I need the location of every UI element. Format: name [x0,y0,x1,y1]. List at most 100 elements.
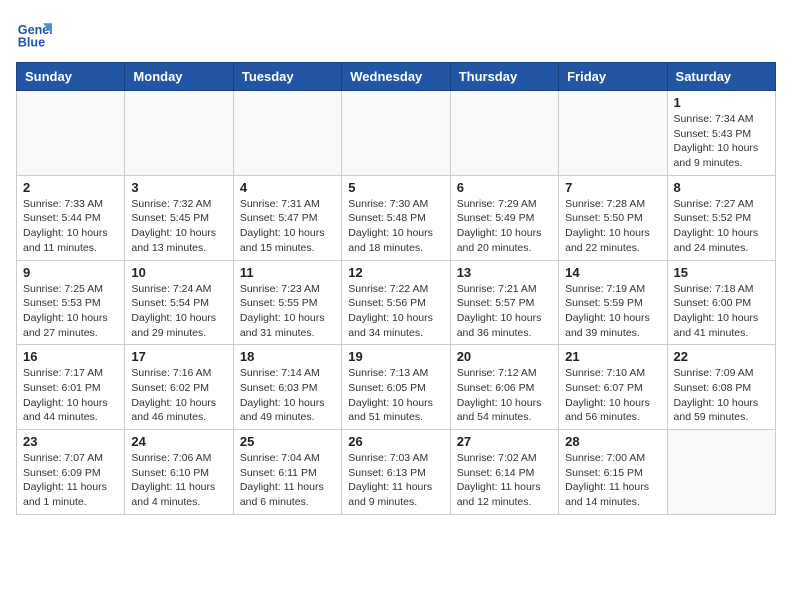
day-info: Sunrise: 7:24 AM Sunset: 5:54 PM Dayligh… [131,282,226,341]
calendar-cell: 10 Sunrise: 7:24 AM Sunset: 5:54 PM Dayli… [125,260,233,345]
column-header-wednesday: Wednesday [342,63,450,91]
calendar-cell: 4 Sunrise: 7:31 AM Sunset: 5:47 PM Daylig… [233,175,341,260]
calendar-cell [342,91,450,176]
day-number: 8 [674,180,769,195]
day-info: Sunrise: 7:22 AM Sunset: 5:56 PM Dayligh… [348,282,443,341]
calendar-cell: 27Sunrise: 7:02 AM Sunset: 6:14 PM Dayli… [450,430,558,515]
day-number: 22 [674,349,769,364]
calendar-cell: 12 Sunrise: 7:22 AM Sunset: 5:56 PM Dayli… [342,260,450,345]
calendar-cell: 5 Sunrise: 7:30 AM Sunset: 5:48 PM Daylig… [342,175,450,260]
day-number: 25 [240,434,335,449]
calendar-week-row: 2 Sunrise: 7:33 AM Sunset: 5:44 PM Daylig… [17,175,776,260]
calendar-cell: 3 Sunrise: 7:32 AM Sunset: 5:45 PM Daylig… [125,175,233,260]
calendar-cell: 17 Sunrise: 7:16 AM Sunset: 6:02 PM Dayli… [125,345,233,430]
day-info: Sunrise: 7:31 AM Sunset: 5:47 PM Dayligh… [240,197,335,256]
day-number: 24 [131,434,226,449]
day-info: Sunrise: 7:06 AM Sunset: 6:10 PM Dayligh… [131,451,226,510]
day-number: 5 [348,180,443,195]
day-info: Sunrise: 7:16 AM Sunset: 6:02 PM Dayligh… [131,366,226,425]
calendar-cell: 25 Sunrise: 7:04 AM Sunset: 6:11 PM Dayli… [233,430,341,515]
day-info: Sunrise: 7:27 AM Sunset: 5:52 PM Dayligh… [674,197,769,256]
column-header-monday: Monday [125,63,233,91]
day-info: Sunrise: 7:04 AM Sunset: 6:11 PM Dayligh… [240,451,335,510]
calendar-cell: 28 Sunrise: 7:00 AM Sunset: 6:15 PM Dayli… [559,430,667,515]
calendar-cell: 19 Sunrise: 7:13 AM Sunset: 6:05 PM Dayli… [342,345,450,430]
column-header-tuesday: Tuesday [233,63,341,91]
day-info: Sunrise: 7:32 AM Sunset: 5:45 PM Dayligh… [131,197,226,256]
day-info: Sunrise: 7:30 AM Sunset: 5:48 PM Dayligh… [348,197,443,256]
calendar-cell: 7Sunrise: 7:28 AM Sunset: 5:50 PM Daylig… [559,175,667,260]
day-number: 15 [674,265,769,280]
day-number: 23 [23,434,118,449]
calendar-cell: 18Sunrise: 7:14 AM Sunset: 6:03 PM Dayli… [233,345,341,430]
column-header-thursday: Thursday [450,63,558,91]
day-number: 2 [23,180,118,195]
day-number: 12 [348,265,443,280]
calendar-cell: 9 Sunrise: 7:25 AM Sunset: 5:53 PM Daylig… [17,260,125,345]
calendar-cell: 6 Sunrise: 7:29 AM Sunset: 5:49 PM Daylig… [450,175,558,260]
calendar-cell: 11 Sunrise: 7:23 AM Sunset: 5:55 PM Dayli… [233,260,341,345]
day-number: 20 [457,349,552,364]
logo-icon: General Blue [16,16,52,52]
calendar-table: SundayMondayTuesdayWednesdayThursdayFrid… [16,62,776,515]
day-number: 6 [457,180,552,195]
day-info: Sunrise: 7:00 AM Sunset: 6:15 PM Dayligh… [565,451,660,510]
day-number: 19 [348,349,443,364]
calendar-cell: 26 Sunrise: 7:03 AM Sunset: 6:13 PM Dayli… [342,430,450,515]
day-info: Sunrise: 7:34 AM Sunset: 5:43 PM Dayligh… [674,112,769,171]
calendar-cell: 8 Sunrise: 7:27 AM Sunset: 5:52 PM Daylig… [667,175,775,260]
day-number: 7 [565,180,660,195]
day-number: 14 [565,265,660,280]
day-info: Sunrise: 7:25 AM Sunset: 5:53 PM Dayligh… [23,282,118,341]
calendar-cell [667,430,775,515]
calendar-cell: 24 Sunrise: 7:06 AM Sunset: 6:10 PM Dayli… [125,430,233,515]
calendar-header-row: SundayMondayTuesdayWednesdayThursdayFrid… [17,63,776,91]
day-info: Sunrise: 7:33 AM Sunset: 5:44 PM Dayligh… [23,197,118,256]
calendar-cell: 20 Sunrise: 7:12 AM Sunset: 6:06 PM Dayli… [450,345,558,430]
day-info: Sunrise: 7:21 AM Sunset: 5:57 PM Dayligh… [457,282,552,341]
day-number: 11 [240,265,335,280]
calendar-cell: 22 Sunrise: 7:09 AM Sunset: 6:08 PM Dayli… [667,345,775,430]
calendar-cell: 1 Sunrise: 7:34 AM Sunset: 5:43 PM Daylig… [667,91,775,176]
column-header-sunday: Sunday [17,63,125,91]
calendar-cell: 23 Sunrise: 7:07 AM Sunset: 6:09 PM Dayli… [17,430,125,515]
calendar-cell: 16Sunrise: 7:17 AM Sunset: 6:01 PM Dayli… [17,345,125,430]
day-info: Sunrise: 7:07 AM Sunset: 6:09 PM Dayligh… [23,451,118,510]
calendar-cell: 21 Sunrise: 7:10 AM Sunset: 6:07 PM Dayli… [559,345,667,430]
day-info: Sunrise: 7:23 AM Sunset: 5:55 PM Dayligh… [240,282,335,341]
day-number: 28 [565,434,660,449]
calendar-week-row: 16Sunrise: 7:17 AM Sunset: 6:01 PM Dayli… [17,345,776,430]
day-info: Sunrise: 7:13 AM Sunset: 6:05 PM Dayligh… [348,366,443,425]
calendar-cell [559,91,667,176]
calendar-week-row: 9 Sunrise: 7:25 AM Sunset: 5:53 PM Daylig… [17,260,776,345]
day-number: 4 [240,180,335,195]
day-number: 3 [131,180,226,195]
day-info: Sunrise: 7:18 AM Sunset: 6:00 PM Dayligh… [674,282,769,341]
svg-text:Blue: Blue [18,36,45,50]
day-number: 26 [348,434,443,449]
day-number: 17 [131,349,226,364]
logo: General Blue [16,16,56,52]
calendar-cell [233,91,341,176]
day-info: Sunrise: 7:10 AM Sunset: 6:07 PM Dayligh… [565,366,660,425]
day-number: 9 [23,265,118,280]
day-info: Sunrise: 7:09 AM Sunset: 6:08 PM Dayligh… [674,366,769,425]
day-info: Sunrise: 7:02 AM Sunset: 6:14 PM Dayligh… [457,451,552,510]
day-info: Sunrise: 7:14 AM Sunset: 6:03 PM Dayligh… [240,366,335,425]
day-info: Sunrise: 7:12 AM Sunset: 6:06 PM Dayligh… [457,366,552,425]
calendar-cell: 14 Sunrise: 7:19 AM Sunset: 5:59 PM Dayli… [559,260,667,345]
day-info: Sunrise: 7:29 AM Sunset: 5:49 PM Dayligh… [457,197,552,256]
calendar-cell [450,91,558,176]
day-number: 16 [23,349,118,364]
day-info: Sunrise: 7:03 AM Sunset: 6:13 PM Dayligh… [348,451,443,510]
calendar-cell: 13 Sunrise: 7:21 AM Sunset: 5:57 PM Dayli… [450,260,558,345]
day-number: 13 [457,265,552,280]
day-info: Sunrise: 7:19 AM Sunset: 5:59 PM Dayligh… [565,282,660,341]
calendar-week-row: 1 Sunrise: 7:34 AM Sunset: 5:43 PM Daylig… [17,91,776,176]
day-number: 21 [565,349,660,364]
column-header-friday: Friday [559,63,667,91]
calendar-cell: 2 Sunrise: 7:33 AM Sunset: 5:44 PM Daylig… [17,175,125,260]
day-number: 10 [131,265,226,280]
day-number: 1 [674,95,769,110]
calendar-week-row: 23 Sunrise: 7:07 AM Sunset: 6:09 PM Dayli… [17,430,776,515]
